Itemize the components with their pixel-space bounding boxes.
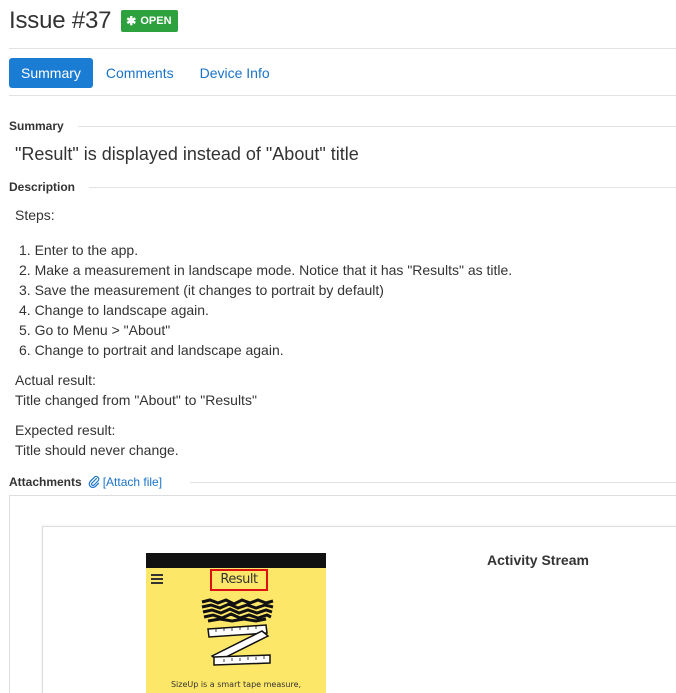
redacted-logo-icon xyxy=(201,598,274,623)
phone-caption: SizeUp is a smart tape measure, xyxy=(170,680,302,689)
description-body: Steps: 1. Enter to the app. 2. Make a me… xyxy=(15,205,512,460)
activity-stream-title: Activity Stream xyxy=(487,552,589,568)
section-divider xyxy=(190,482,676,483)
attach-file-label: [Attach file] xyxy=(102,475,163,489)
issue-title: Issue #37 xyxy=(9,7,112,34)
tab-device-info[interactable]: Device Info xyxy=(187,58,283,88)
list-item: 5. Go to Menu > "About" xyxy=(19,322,171,338)
expected-result-text: Title should never change. xyxy=(15,442,179,458)
actual-result-label: Actual result: xyxy=(15,372,96,388)
steps-list: 1. Enter to the app. 2. Make a measureme… xyxy=(15,240,512,360)
section-divider xyxy=(89,187,676,188)
tab-summary[interactable]: Summary xyxy=(9,58,93,88)
list-item: 1. Enter to the app. xyxy=(19,242,139,258)
expected-result-label: Expected result: xyxy=(15,422,116,438)
list-item: 3. Save the measurement (it changes to p… xyxy=(19,282,384,298)
ruler-graphic xyxy=(207,624,271,666)
phone-title-highlighted: Result xyxy=(210,569,268,591)
phone-screenshot: Result SizeUp is a smart tape measure, xyxy=(146,553,326,693)
divider xyxy=(9,95,676,96)
actual-result: Actual result: Title changed from "About… xyxy=(15,370,512,410)
paperclip-icon xyxy=(88,475,100,489)
issue-header: Issue #37 ✱ OPEN xyxy=(9,6,178,36)
attach-file-link[interactable]: [Attach file] xyxy=(88,475,162,489)
hamburger-menu-icon xyxy=(151,574,163,584)
description-section-label: Description xyxy=(9,180,76,194)
status-label: OPEN xyxy=(140,15,172,27)
attachments-header: Attachments [Attach file] xyxy=(9,475,162,489)
asterisk-icon: ✱ xyxy=(126,14,137,28)
summary-text: "Result" is displayed instead of "About"… xyxy=(15,144,359,164)
list-item: 2. Make a measurement in landscape mode.… xyxy=(19,262,513,278)
list-item: 4. Change to landscape again. xyxy=(19,302,209,318)
phone-status-bar xyxy=(146,553,326,568)
attachments-label: Attachments xyxy=(9,475,82,489)
list-item: 6. Change to portrait and landscape agai… xyxy=(19,342,284,358)
tab-bar: Summary Comments Device Info xyxy=(9,58,283,88)
steps-intro: Steps: xyxy=(15,207,55,223)
expected-result: Expected result: Title should never chan… xyxy=(15,420,512,460)
section-divider xyxy=(78,126,676,127)
tab-comments[interactable]: Comments xyxy=(93,58,187,88)
divider xyxy=(9,48,676,49)
actual-result-text: Title changed from "About" to "Results" xyxy=(15,392,257,408)
status-badge: ✱ OPEN xyxy=(121,10,178,32)
summary-section-label: Summary xyxy=(9,119,64,133)
